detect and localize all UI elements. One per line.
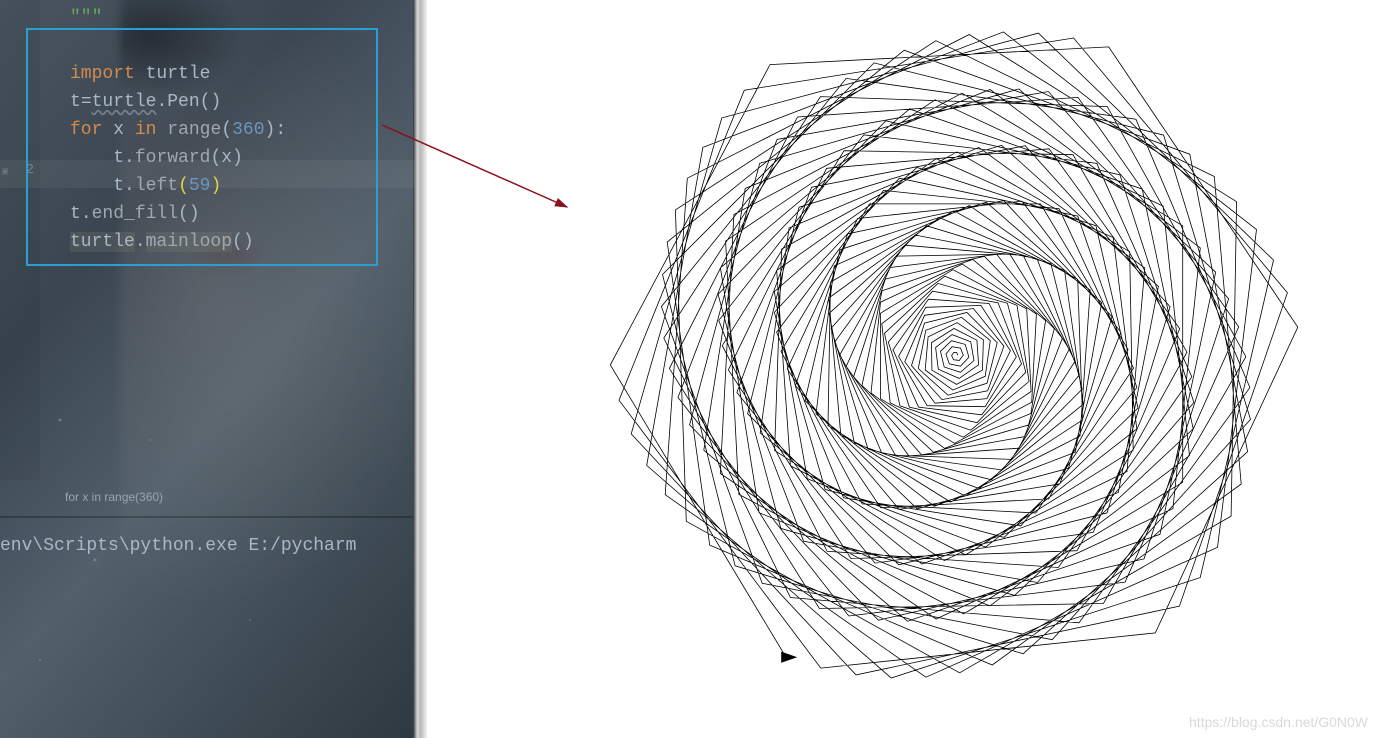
editor-gutter[interactable]: 2	[0, 0, 40, 480]
code-line-endfill: t.end_fill()	[70, 204, 200, 224]
panel-divider	[0, 516, 415, 518]
code-line-forward: t.forward(x)	[70, 148, 243, 168]
annotation-arrow-icon	[377, 115, 627, 235]
code-line-left: t.left(59)	[70, 176, 221, 196]
watermark: https://blog.csdn.net/G0N0W	[1189, 714, 1368, 730]
code-editor[interactable]: import turtle t=turtle.Pen() for x in ra…	[70, 4, 286, 284]
code-line-for: for x in range(360):	[70, 120, 286, 140]
code-line-mainloop: turtle.mainloop()	[70, 232, 254, 252]
turtle-output-panel: https://blog.csdn.net/G0N0W	[427, 0, 1378, 738]
breadcrumb[interactable]: for x in range(360)	[65, 490, 163, 504]
code-line-pen: t=turtle.Pen()	[70, 92, 221, 112]
code-line-blank	[70, 36, 81, 56]
turtle-cursor-icon	[781, 652, 797, 663]
keyword-import: import	[70, 64, 135, 84]
gutter-bookmark-icon: ▣	[2, 166, 8, 178]
editor-panel: 2 ▣ """ import turtle t=turtle.Pen() for…	[0, 0, 415, 738]
console-output[interactable]: env\Scripts\python.exe E:/pycharm	[0, 536, 356, 556]
code-line-import: import turtle	[70, 64, 210, 84]
module-name: turtle	[146, 64, 211, 84]
turtle-spiral-canvas	[537, 0, 1377, 730]
panel-resize-handle[interactable]	[413, 0, 427, 738]
